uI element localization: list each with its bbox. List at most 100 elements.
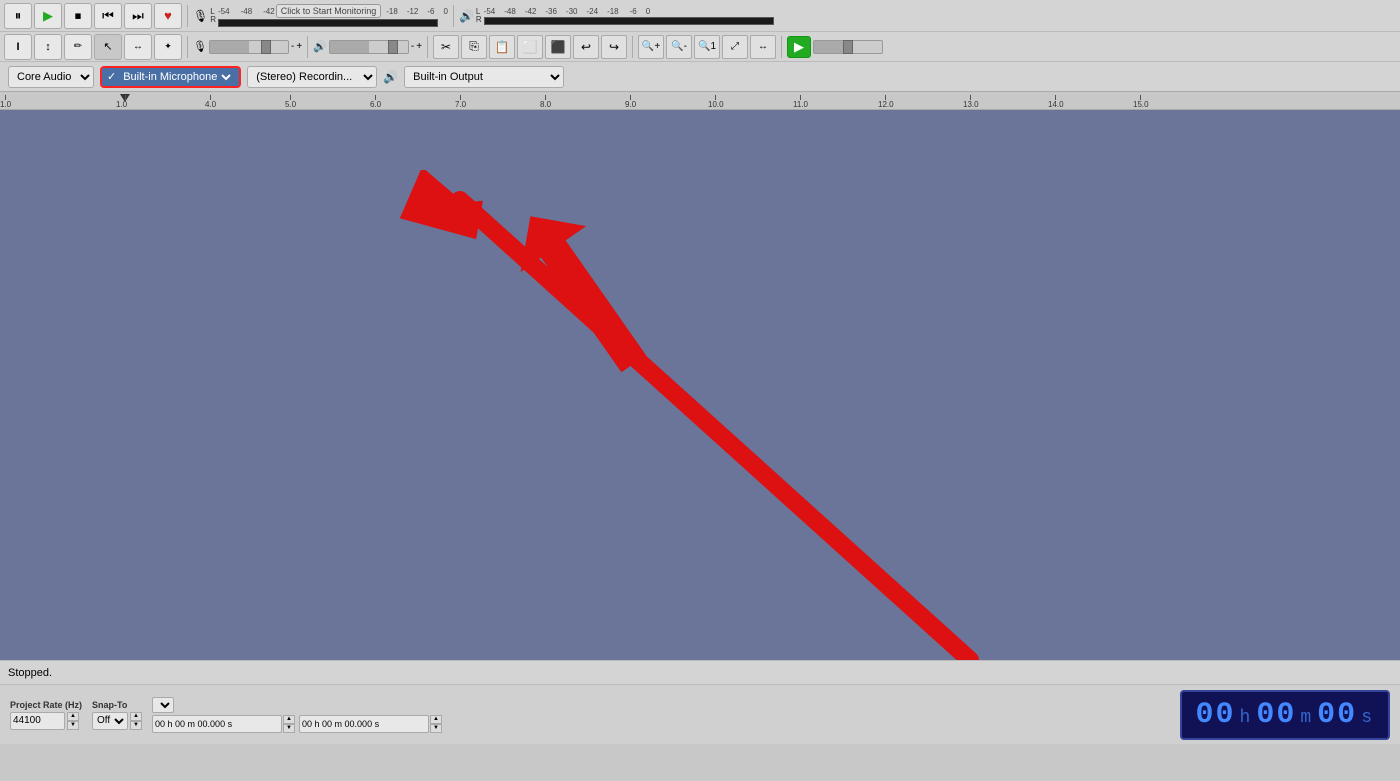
multi-tool-button[interactable]: ✦: [154, 34, 182, 60]
sep3: [187, 36, 188, 58]
output-vu-label: -42: [525, 7, 537, 16]
snap-to-up-button[interactable]: ▲: [130, 712, 142, 721]
input-volume-control: 🎙 - +: [193, 40, 302, 54]
ruler-tick: 13.0: [970, 95, 986, 109]
status-text: Stopped.: [8, 667, 52, 679]
copy-button[interactable]: ⎘: [461, 35, 487, 59]
project-rate-section: Project Rate (Hz) ▲ ▼: [10, 700, 82, 730]
input-volume-up-icon: +: [296, 41, 302, 52]
device-toolbar: Core Audio ✓ Built-in Microphone (Stereo…: [0, 62, 1400, 92]
zoom-normal-button[interactable]: 🔍1: [694, 35, 720, 59]
ruler-tick: 11.0: [800, 95, 815, 109]
pause-button[interactable]: ⏸: [4, 3, 32, 29]
snap-to-section: Snap-To Off On ▲ ▼: [92, 700, 142, 730]
ruler-tick: 1.0: [120, 95, 131, 109]
input-volume-slider[interactable]: [209, 40, 289, 54]
output-vu-bar[interactable]: [484, 17, 774, 25]
selection-start-up[interactable]: ▲: [283, 715, 295, 724]
output-vu-label: -30: [566, 7, 578, 16]
sep4: [307, 36, 308, 58]
draw-tool-button[interactable]: ✏: [64, 34, 92, 60]
speaker-volume-icon: 🔊: [313, 40, 327, 53]
selection-start-input[interactable]: [152, 715, 282, 733]
selection-type-select[interactable]: Start and End of Selection: [152, 697, 174, 713]
selection-end-down[interactable]: ▼: [430, 724, 442, 733]
ruler-tick: 7.0: [460, 95, 471, 109]
input-vu-label: 0: [444, 7, 448, 16]
record-button[interactable]: ♥: [154, 3, 182, 29]
trim-button[interactable]: ⬜: [517, 35, 543, 59]
skip-start-button[interactable]: ⏮: [94, 3, 122, 29]
mic-volume-icon: 🎙: [193, 40, 207, 53]
output-vol-minus-icon: -: [411, 41, 414, 52]
checkmark-icon: ✓: [107, 70, 116, 83]
output-vu-section: 🔊 LR -54 -48 -42 -36 -30 -24 -18 -6 0: [459, 7, 774, 25]
snap-to-select[interactable]: Off On: [92, 712, 128, 730]
output-vu-label: 0: [646, 7, 650, 16]
input-vu-label: -12: [407, 7, 419, 16]
snap-to-label: Snap-To: [92, 700, 142, 710]
ruler-tick: 10.0: [715, 95, 731, 109]
project-rate-input[interactable]: [10, 712, 65, 730]
output-vu-label: -54: [484, 7, 496, 16]
zoom-out-button[interactable]: 🔍-: [666, 35, 692, 59]
input-volume-down-icon: -: [291, 41, 294, 52]
skip-end-button[interactable]: ⏭: [124, 3, 152, 29]
input-device-select[interactable]: Built-in Microphone: [119, 70, 234, 84]
zoom-tool-button[interactable]: ↖: [94, 34, 122, 60]
time-s-unit: s: [1361, 708, 1374, 728]
play-at-speed-control: ▶: [787, 36, 883, 58]
output-volume-control: 🔊 - +: [313, 40, 422, 54]
selection-end: ▲ ▼: [299, 715, 442, 733]
monitoring-button[interactable]: Click to Start Monitoring: [276, 4, 382, 18]
play-button[interactable]: ▶: [34, 3, 62, 29]
project-rate-label: Project Rate (Hz): [10, 700, 82, 710]
selection-end-input[interactable]: [299, 715, 429, 733]
ruler-tick: 9.0: [630, 95, 641, 109]
transport-toolbar: ⏸ ▶ ⏹ ⏮ ⏭ ♥ 🎙 LR -54 -48 -42 Click to St…: [0, 0, 1400, 32]
annotation-arrow: [380, 170, 1020, 660]
silence-button[interactable]: ⬛: [545, 35, 571, 59]
input-device-wrapper: ✓ Built-in Microphone: [100, 66, 241, 88]
output-vu-meter[interactable]: -54 -48 -42 -36 -30 -24 -18 -6 0: [484, 7, 774, 25]
time-shift-tool-button[interactable]: ↔: [124, 34, 152, 60]
snap-to-down-button[interactable]: ▼: [130, 721, 142, 730]
input-vu-label: -54: [218, 7, 230, 16]
audio-host-select[interactable]: Core Audio: [8, 66, 94, 88]
zoom-in-button[interactable]: 🔍+: [638, 35, 664, 59]
project-rate-down-button[interactable]: ▼: [67, 721, 79, 730]
ruler-tick: 12.0: [885, 95, 901, 109]
selection-start-down[interactable]: ▼: [283, 724, 295, 733]
cut-button[interactable]: ✂: [433, 35, 459, 59]
ruler-labels: 1.0 1.0 4.0 5.0 6.0 7.0 8.0 9.0 10.0 11.…: [0, 92, 1400, 109]
separator2: [453, 5, 454, 27]
play-at-speed-button[interactable]: ▶: [787, 36, 811, 58]
zoom-width-button[interactable]: ↔: [750, 35, 776, 59]
time-minutes: 00: [1256, 698, 1296, 732]
selection-section: Start and End of Selection ▲ ▼ ▲ ▼: [152, 697, 442, 733]
output-vu-label: -24: [587, 7, 599, 16]
select-tool-button[interactable]: I: [4, 34, 32, 60]
redo-button[interactable]: ↪: [601, 35, 627, 59]
ruler-tick: 15.0: [1140, 95, 1156, 109]
output-vu-label: -6: [630, 7, 637, 16]
zoom-fit-button[interactable]: ⤢: [722, 35, 748, 59]
input-vu-bar[interactable]: [218, 19, 438, 27]
bottom-controls: Project Rate (Hz) ▲ ▼ Snap-To Off On ▲ ▼…: [0, 684, 1400, 744]
output-vu-label: -36: [545, 7, 557, 16]
output-volume-slider[interactable]: [329, 40, 409, 54]
recording-channels-select[interactable]: (Stereo) Recordin...: [247, 66, 377, 88]
stop-button[interactable]: ⏹: [64, 3, 92, 29]
envelope-tool-button[interactable]: ↕: [34, 34, 62, 60]
ruler-tick: 1.0: [0, 95, 11, 109]
paste-button[interactable]: 📋: [489, 35, 515, 59]
playback-speed-slider[interactable]: [813, 40, 883, 54]
input-vu-label: -18: [386, 7, 398, 16]
project-rate-up-button[interactable]: ▲: [67, 712, 79, 721]
selection-end-up[interactable]: ▲: [430, 715, 442, 724]
input-vu-meter[interactable]: -54 -48 -42 Click to Start Monitoring -1…: [218, 4, 448, 27]
undo-button[interactable]: ↩: [573, 35, 599, 59]
output-device-select[interactable]: Built-in Output: [404, 66, 564, 88]
time-h-unit: h: [1240, 708, 1253, 728]
ruler-tick: 14.0: [1055, 95, 1071, 109]
